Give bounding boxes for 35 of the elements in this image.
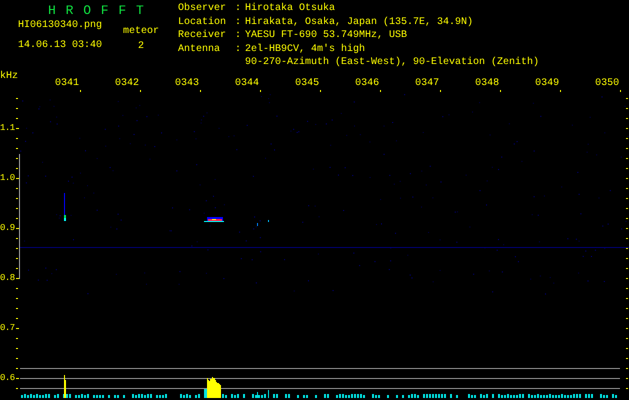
info-value: 2el-HB9CV, 4m's high [245,44,366,56]
meteor-count: 2 [138,41,144,52]
info-separator: : [235,44,242,57]
info-value: 90-270-Azimuth (East-West), 90-Elevation (Zenith) [245,57,540,70]
y-axis-label: 0.9 [0,222,16,234]
y-axis-label: 0.8 [0,272,16,284]
axis-unit: kHz [0,72,18,84]
y-axis-label: 0.7 [0,322,16,334]
file-name: HI06130340.png [18,20,102,31]
info-separator: : [235,3,242,16]
x-axis-label: 0344 [235,78,260,88]
y-axis-label: 1.0 [0,172,16,184]
x-axis-label: 0349 [535,78,560,88]
x-axis-label: 0343 [175,78,200,88]
info-value: YAESU FT-690 53.749MHz, USB [245,30,408,43]
info-separator: : [235,16,242,30]
info-value: Hirakata, Osaka, Japan (135.7E, 34.9N) [245,16,474,30]
info-label: Receiver [178,30,228,43]
info-label: Observer [178,3,228,16]
info-label: Antenna [178,44,222,57]
x-axis-label: 0348 [475,78,500,88]
date-time: 14.06.13 03:40 [18,40,102,51]
info-separator: : [235,30,242,43]
app-title: H R O F F T [48,3,146,19]
x-axis-label: 0342 [115,78,140,88]
y-axis-label: 1.1 [0,122,16,134]
x-axis-label: 0341 [55,78,80,88]
meteor-label: meteor [123,26,160,37]
x-axis-label: 0345 [295,78,320,88]
info-label: Location [178,16,228,30]
y-axis-label: 0.6 [0,372,16,384]
x-axis-label: 0346 [355,78,380,88]
info-value: Hirotaka Otsuka [245,3,336,16]
x-axis-label: 0350 [595,78,620,88]
x-axis-label: 0347 [415,78,440,88]
